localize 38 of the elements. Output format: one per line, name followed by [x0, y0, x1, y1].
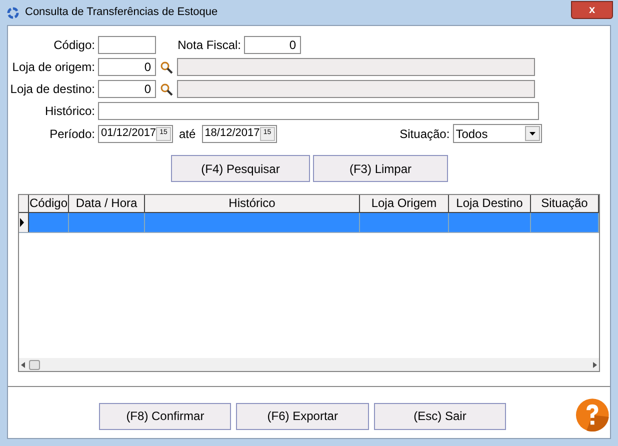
field-label: Histórico: — [44, 103, 96, 120]
column-header[interactable]: Histórico — [145, 195, 360, 212]
field-label: Código: — [52, 37, 96, 54]
search-icon[interactable] — [160, 82, 173, 96]
window-title: Consulta de Transferências de Estoque — [25, 5, 219, 20]
input-field[interactable]: 0 — [98, 80, 156, 98]
row-pointer-icon — [19, 218, 25, 227]
field-label: Loja de destino: — [9, 81, 96, 98]
action-button[interactable]: (F3) Limpar — [313, 155, 448, 182]
field-label: Situação: — [398, 126, 451, 142]
app-icon — [7, 6, 19, 18]
column-header[interactable]: Data / Hora — [69, 195, 145, 212]
action-button[interactable]: (F8) Confirmar — [99, 402, 232, 430]
help-icon[interactable] — [575, 397, 610, 433]
close-button[interactable]: x — [571, 0, 613, 18]
range-label: até — [179, 126, 196, 142]
column-header[interactable]: Loja Destino — [449, 195, 531, 212]
input-field[interactable] — [177, 80, 535, 98]
scroll-thumb[interactable] — [29, 360, 40, 370]
action-button[interactable]: (F6) Exportar — [236, 402, 369, 430]
search-icon[interactable] — [160, 60, 173, 74]
input-field[interactable] — [98, 102, 539, 120]
field-label: Loja de origem: — [11, 59, 96, 76]
scroll-right-icon[interactable] — [593, 362, 597, 368]
input-field[interactable] — [177, 58, 535, 76]
input-field[interactable]: 0 — [98, 58, 156, 76]
column-header[interactable]: Loja Origem — [360, 195, 449, 212]
status-dropdown[interactable]: Todos — [452, 124, 542, 143]
field-label: Período: — [48, 126, 96, 142]
action-button[interactable]: (Esc) Sair — [374, 402, 506, 430]
field-label: Nota Fiscal: — [176, 37, 242, 54]
input-field[interactable]: 0 — [244, 36, 301, 54]
column-header[interactable]: Código — [29, 195, 69, 212]
horizontal-scrollbar[interactable] — [19, 358, 599, 371]
scroll-left-icon[interactable] — [21, 362, 25, 368]
column-header[interactable]: Situação — [531, 195, 599, 212]
input-field[interactable] — [98, 36, 156, 54]
action-button[interactable]: (F4) Pesquisar — [171, 155, 310, 182]
